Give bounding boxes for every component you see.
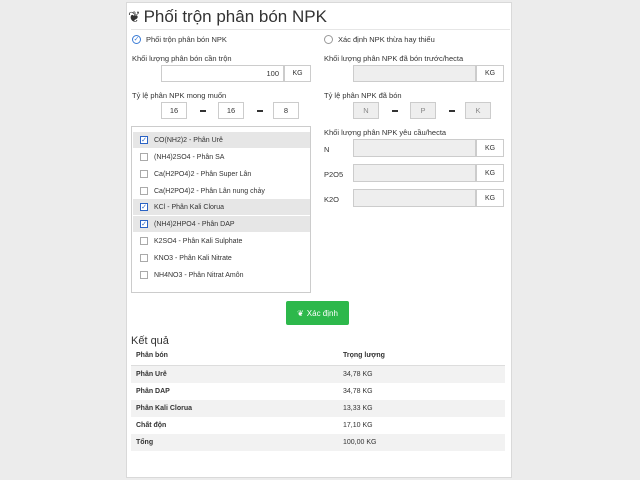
radio-determine-label: Xác định NPK thừa hay thiếu [338, 35, 435, 44]
required-label: Khối lượng phân NPK yêu cầu/hecta [324, 128, 447, 137]
fertilizer-label: (NH4)2SO4 - Phân SA [154, 153, 225, 161]
radio-checked-icon [132, 35, 141, 44]
fertilizer-item[interactable]: KNO3 - Phân Kali Nitrate [133, 250, 310, 266]
fertilizer-label: KCl - Phân Kali Clorua [154, 203, 225, 211]
required-p-unit: KG [476, 164, 504, 182]
fertilizer-item[interactable]: ✓ (NH4)2HPO4 - Phân DAP [133, 216, 310, 232]
row-name: Tổng [136, 439, 154, 446]
radio-mix[interactable]: Phối trộn phân bón NPK [132, 35, 227, 44]
checkbox-checked-icon[interactable]: ✓ [140, 203, 148, 211]
radio-mix-label: Phối trộn phân bón NPK [146, 35, 227, 44]
required-n-label: N [324, 145, 330, 154]
ratio-dash [392, 110, 398, 112]
checkbox-checked-icon[interactable]: ✓ [140, 220, 148, 228]
table-row: Tổng 100,00 KG [131, 434, 505, 451]
title-divider [131, 29, 510, 30]
page-title: ❦ Phối trộn phân bón NPK [128, 6, 327, 28]
checkbox-icon[interactable] [140, 170, 148, 178]
radio-determine[interactable]: Xác định NPK thừa hay thiếu [324, 35, 435, 44]
result-col-fertilizer: Phân bón [136, 352, 168, 359]
applied-ratio-n-input[interactable]: N [353, 102, 379, 119]
row-weight: 100,00 KG [343, 439, 377, 446]
result-title: Kết quả [131, 335, 169, 347]
fertilizer-item[interactable]: Ca(H2PO4)2 - Phân Super Lân [133, 166, 310, 182]
required-k-label: K2O [324, 195, 340, 204]
fertilizer-label: K2SO4 - Phân Kali Sulphate [154, 237, 243, 245]
weight-input[interactable]: 100 [161, 65, 284, 82]
row-weight: 13,33 KG [343, 405, 373, 412]
row-name: Chất độn [136, 422, 167, 429]
fertilizer-item[interactable]: NH4NO3 - Phân Nitrat Amôn [133, 267, 310, 283]
applied-ratio-label: Tỷ lệ phân NPK đã bón [324, 91, 402, 100]
radio-empty-icon [324, 35, 333, 44]
required-k-unit: KG [476, 189, 504, 207]
ratio-label: Tỷ lệ phân NPK mong muốn [132, 91, 227, 100]
determine-button-label: Xác định [306, 308, 338, 318]
result-col-weight: Trọng lượng [343, 352, 385, 359]
required-n-input[interactable] [353, 139, 476, 157]
table-row: Phân Urê 34,78 KG [131, 366, 505, 383]
fertilizer-label: CO(NH2)2 - Phân Urê [154, 136, 223, 144]
fertilizer-item[interactable]: (NH4)2SO4 - Phân SA [133, 149, 310, 165]
checkbox-icon[interactable] [140, 271, 148, 279]
ratio-dash [449, 110, 455, 112]
fertilizer-label: (NH4)2HPO4 - Phân DAP [154, 220, 235, 228]
row-weight: 34,78 KG [343, 388, 373, 395]
fertilizer-list: ✓ CO(NH2)2 - Phân Urê (NH4)2SO4 - Phân S… [131, 126, 311, 293]
checkbox-checked-icon[interactable]: ✓ [140, 136, 148, 144]
fertilizer-label: KNO3 - Phân Kali Nitrate [154, 254, 232, 262]
plant-icon: ❦ [297, 308, 304, 318]
required-k-input[interactable] [353, 189, 476, 207]
page-title-text: Phối trộn phân bón NPK [143, 7, 327, 26]
determine-button[interactable]: ❦ Xác định [286, 301, 349, 325]
result-header-row: Phân bón Trọng lượng [131, 347, 505, 364]
row-name: Phân DAP [136, 388, 170, 395]
required-n-unit: KG [476, 139, 504, 157]
weight-label: Khối lượng phân bón cần trộn [132, 54, 232, 63]
applied-ratio-p-input[interactable]: P [410, 102, 436, 119]
checkbox-icon[interactable] [140, 153, 148, 161]
applied-ratio-k-input[interactable]: K [465, 102, 491, 119]
ratio-n-input[interactable]: 16 [161, 102, 187, 119]
ratio-dash [257, 110, 263, 112]
row-weight: 17,10 KG [343, 422, 373, 429]
ratio-p-input[interactable]: 16 [218, 102, 244, 119]
fertilizer-label: NH4NO3 - Phân Nitrat Amôn [154, 271, 244, 279]
fertilizer-item[interactable]: Ca(H2PO4)2 - Phân Lân nung chảy [133, 183, 310, 199]
plant-icon: ❦ [128, 9, 141, 26]
fertilizer-item[interactable]: ✓ KCl - Phân Kali Clorua [133, 199, 310, 215]
weight-unit: KG [284, 65, 311, 82]
ratio-k-input[interactable]: 8 [273, 102, 299, 119]
applied-label: Khối lượng phân NPK đã bón trước/hecta [324, 54, 464, 63]
checkbox-icon[interactable] [140, 254, 148, 262]
table-row: Phân Kali Clorua 13,33 KG [131, 400, 505, 417]
row-weight: 34,78 KG [343, 371, 373, 378]
applied-unit: KG [476, 65, 504, 82]
table-row: Chất độn 17,10 KG [131, 417, 505, 434]
fertilizer-label: Ca(H2PO4)2 - Phân Super Lân [154, 170, 252, 178]
table-row: Phân DAP 34,78 KG [131, 383, 505, 400]
applied-input[interactable] [353, 65, 476, 82]
required-p-label: P2O5 [324, 170, 344, 179]
row-name: Phân Urê [136, 371, 167, 378]
required-p-input[interactable] [353, 164, 476, 182]
fertilizer-label: Ca(H2PO4)2 - Phân Lân nung chảy [154, 187, 265, 195]
ratio-dash [200, 110, 206, 112]
fertilizer-item[interactable]: ✓ CO(NH2)2 - Phân Urê [133, 132, 310, 148]
checkbox-icon[interactable] [140, 187, 148, 195]
checkbox-icon[interactable] [140, 237, 148, 245]
fertilizer-item[interactable]: K2SO4 - Phân Kali Sulphate [133, 233, 310, 249]
row-name: Phân Kali Clorua [136, 405, 193, 412]
